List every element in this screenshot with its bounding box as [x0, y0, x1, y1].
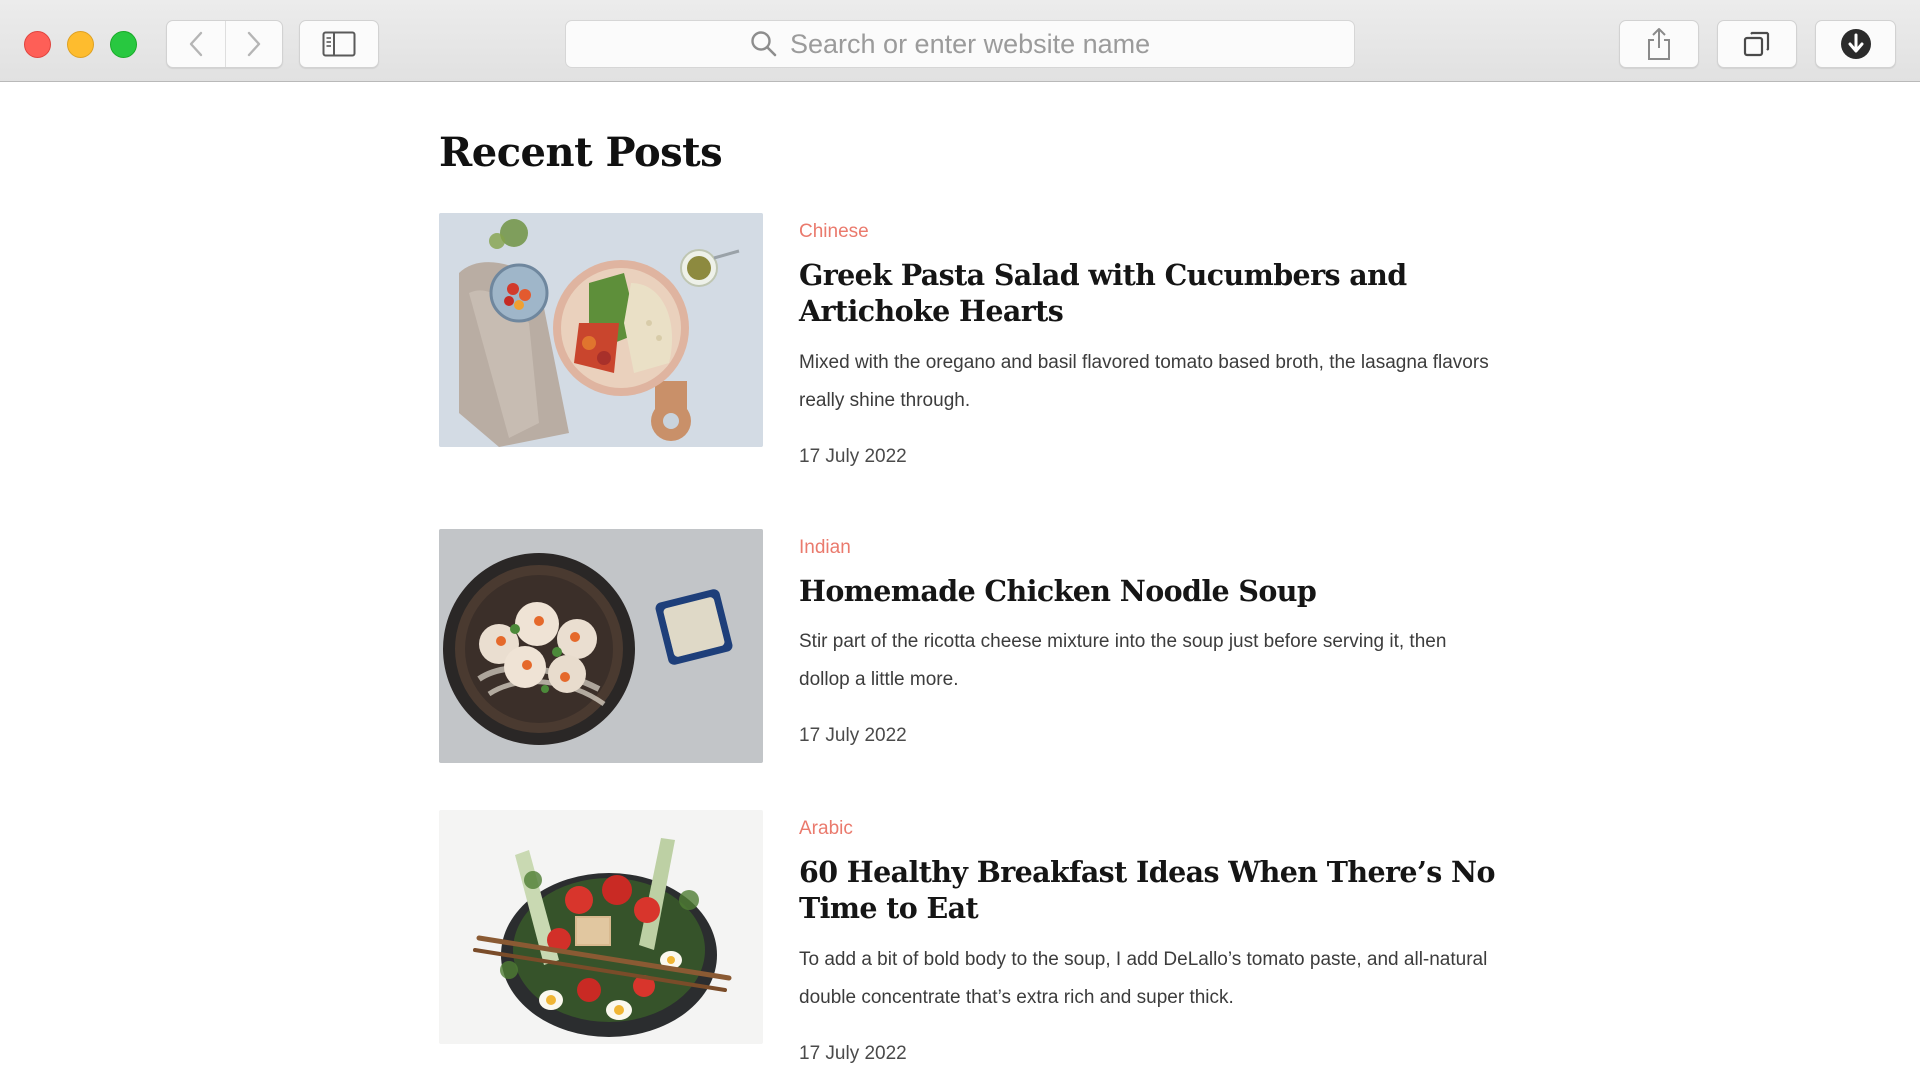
- address-input[interactable]: [790, 28, 1170, 60]
- minimize-window-button[interactable]: [67, 31, 94, 58]
- dumplings-plate-image: [439, 529, 763, 763]
- post-thumbnail[interactable]: [439, 810, 763, 1044]
- post-card[interactable]: Arabic 60 Healthy Breakfast Ideas When T…: [439, 810, 1499, 1064]
- download-icon: [1840, 29, 1871, 59]
- share-icon: [1648, 28, 1670, 60]
- post-thumbnail[interactable]: [439, 529, 763, 763]
- address-bar[interactable]: [565, 20, 1355, 68]
- chevron-left-icon: [189, 31, 202, 57]
- close-window-button[interactable]: [24, 31, 51, 58]
- post-excerpt: Stir part of the ricotta cheese mixture …: [799, 631, 1447, 690]
- post-date: 17 July 2022: [799, 725, 907, 746]
- post-category[interactable]: Arabic: [799, 818, 853, 840]
- browser-toolbar: [0, 0, 1920, 82]
- post-date: 17 July 2022: [799, 446, 907, 467]
- sidebar-icon: [322, 31, 356, 57]
- forward-button[interactable]: [224, 21, 283, 67]
- post-category[interactable]: Indian: [799, 537, 851, 559]
- post-title[interactable]: Greek Pasta Salad with Cucumbers and Art…: [799, 257, 1499, 329]
- post-excerpt: Mixed with the oregano and basil flavore…: [799, 352, 1489, 411]
- post-title[interactable]: 60 Healthy Breakfast Ideas When There’s …: [799, 854, 1499, 926]
- search-icon: [751, 31, 777, 57]
- post-title[interactable]: Homemade Chicken Noodle Soup: [799, 573, 1499, 609]
- zoom-window-button[interactable]: [110, 31, 137, 58]
- back-button[interactable]: [167, 21, 225, 67]
- share-button[interactable]: [1619, 20, 1699, 68]
- salad-bowl-image: [439, 213, 763, 447]
- post-card[interactable]: Chinese Greek Pasta Salad with Cucumbers…: [439, 213, 1499, 467]
- post-date: 17 July 2022: [799, 1043, 907, 1064]
- post-thumbnail[interactable]: [439, 213, 763, 447]
- tabs-overview-icon: [1743, 31, 1770, 57]
- navigation-buttons: [166, 20, 283, 68]
- downloads-button[interactable]: [1815, 20, 1896, 68]
- sidebar-toggle-button[interactable]: [299, 20, 379, 68]
- post-card[interactable]: Indian Homemade Chicken Noodle Soup Stir…: [439, 529, 1499, 769]
- show-tabs-button[interactable]: [1717, 20, 1797, 68]
- breakfast-bowl-image: [439, 810, 763, 1044]
- post-excerpt: To add a bit of bold body to the soup, I…: [799, 949, 1488, 1008]
- post-category[interactable]: Chinese: [799, 221, 869, 243]
- page-title: Recent Posts: [439, 129, 723, 176]
- chevron-right-icon: [247, 31, 260, 57]
